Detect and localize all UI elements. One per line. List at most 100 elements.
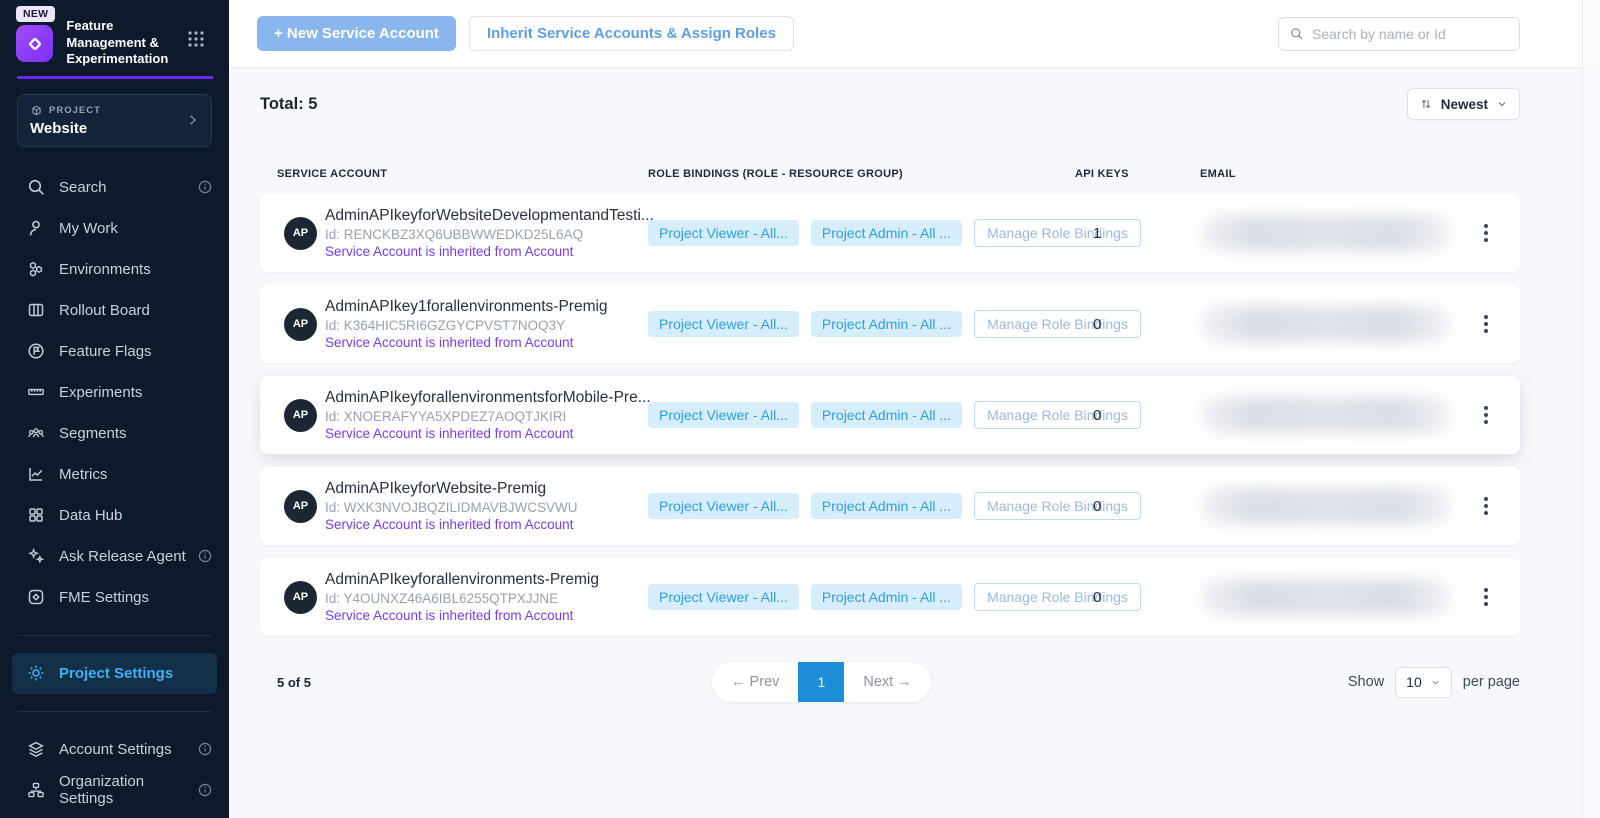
service-account-name: AdminAPIkeyforallenvironmentsforMobile-P… [325,389,648,407]
sort-dropdown[interactable]: Newest [1407,88,1520,120]
kebab-menu-icon[interactable] [1478,582,1494,612]
kebab-menu-icon[interactable] [1478,400,1494,430]
avatar: AP [284,399,317,432]
project-selector[interactable]: PROJECT Website [17,94,212,147]
info-icon[interactable] [197,548,213,564]
table-row: AP AdminAPIkeyforallenvironments-Premig … [260,558,1520,636]
page-size-value: 10 [1406,674,1422,690]
api-keys-count: 0 [1075,407,1200,424]
sidebar-item-label: Search [59,179,197,196]
purple-accent-rule [17,76,213,79]
service-account-name: AdminAPIkey1forallenvironments-Premig [325,298,648,316]
people-icon [26,423,46,443]
sidebar-item-label: Feature Flags [59,343,213,360]
table-header-row: SERVICE ACCOUNT ROLE BINDINGS (ROLE - RE… [260,168,1520,180]
fme-logo-icon [16,25,53,62]
sidebar-item-label: Metrics [59,466,213,483]
sidebar-item-organization-settings[interactable]: Organization Settings [0,770,229,811]
kebab-menu-icon[interactable] [1478,218,1494,248]
sidebar-divider [18,635,211,636]
kebab-menu-icon[interactable] [1478,309,1494,339]
new-service-account-button[interactable]: + New Service Account [257,16,456,51]
sidebar-item-feature-flags[interactable]: Feature Flags [0,331,229,372]
project-name: Website [30,120,199,137]
sidebar-item-ask-release-agent[interactable]: Ask Release Agent [0,536,229,577]
search-input[interactable] [1312,26,1509,42]
role-chip: Project Admin - All ... [811,584,962,610]
hexagons-icon [26,259,46,279]
info-icon[interactable] [197,782,213,798]
info-icon[interactable] [197,741,213,757]
service-account-name: AdminAPIkeyforWebsiteDevelopmentandTesti… [325,207,648,225]
pagination: 5 of 5 ← Prev 1 Next → Show 10 per page [260,662,1520,702]
api-keys-count: 0 [1075,589,1200,606]
sidebar-item-label: Rollout Board [59,302,213,319]
sidebar-item-search[interactable]: Search [0,167,229,208]
sidebar-item-data-hub[interactable]: Data Hub [0,495,229,536]
service-account-id: Id: WXK3NVOJBQZILIDMAVBJWCSVWU [325,500,648,515]
content: Total: 5 Newest SERVICE ACCOUNT ROLE BIN… [229,88,1600,702]
inherit-service-accounts-button[interactable]: Inherit Service Accounts & Assign Roles [469,16,794,51]
sidebar-item-metrics[interactable]: Metrics [0,454,229,495]
kebab-menu-icon[interactable] [1478,491,1494,521]
current-page-button[interactable]: 1 [798,662,844,702]
sidebar-item-label: Segments [59,425,213,442]
inherited-from-account-text: Service Account is inherited from Accoun… [325,335,648,350]
role-chip: Project Admin - All ... [811,493,962,519]
project-label: PROJECT [49,105,101,116]
info-icon[interactable] [197,179,213,195]
inherited-from-account-text: Service Account is inherited from Accoun… [325,517,648,532]
inherited-from-account-text: Service Account is inherited from Accoun… [325,426,648,441]
service-account-list: AP AdminAPIkeyforWebsiteDevelopmentandTe… [260,194,1520,636]
sidebar-item-label: My Work [59,220,213,237]
board-icon [26,300,46,320]
line-chart-icon [26,464,46,484]
email-redacted [1200,215,1452,251]
service-account-id: Id: K364HIC5RI6GZGYCPVST7NOQ3Y [325,318,648,333]
user-icon [26,218,46,238]
api-keys-count: 0 [1075,498,1200,515]
sidebar-item-my-work[interactable]: My Work [0,208,229,249]
sidebar-item-environments[interactable]: Environments [0,249,229,290]
sidebar-item-label: FME Settings [59,589,213,606]
app-switcher-grid-icon[interactable] [187,30,205,48]
result-range: 5 of 5 [260,675,311,690]
role-chip: Project Admin - All ... [811,311,962,337]
per-page-label: per page [1463,674,1520,690]
chevron-down-icon [1496,98,1508,110]
grid-squares-icon [26,505,46,525]
role-chip: Project Viewer - All... [648,493,799,519]
table-row: AP AdminAPIkeyforallenvironmentsforMobil… [260,376,1520,454]
scrollbar-gutter[interactable] [1582,0,1600,818]
search-icon [26,177,46,197]
sidebar-item-account-settings[interactable]: Account Settings [0,729,229,770]
table-row: AP AdminAPIkey1forallenvironments-Premig… [260,285,1520,363]
table-row: AP AdminAPIkeyforWebsiteDevelopmentandTe… [260,194,1520,272]
next-page-button[interactable]: Next → [844,674,930,690]
sidebar-item-segments[interactable]: Segments [0,413,229,454]
role-chip: Project Viewer - All... [648,584,799,610]
fme-logo-outline-icon [26,587,46,607]
avatar: AP [284,490,317,523]
sidebar-item-label: Environments [59,261,213,278]
column-header-email: EMAIL [1200,168,1452,180]
org-chart-icon [26,780,46,800]
sort-value: Newest [1441,97,1488,112]
toolbar: + New Service Account Inherit Service Ac… [229,0,1600,68]
search-field[interactable] [1278,17,1520,51]
sidebar-item-fme-settings[interactable]: FME Settings [0,577,229,618]
sidebar-item-experiments[interactable]: Experiments [0,372,229,413]
role-chip: Project Viewer - All... [648,311,799,337]
sidebar-item-label: Data Hub [59,507,213,524]
layers-icon [26,739,46,759]
inherited-from-account-text: Service Account is inherited from Accoun… [325,608,648,623]
service-account-id: Id: Y4OUNXZ46A6IBL6255QTPXJJNE [325,591,648,606]
column-header-service-account: SERVICE ACCOUNT [277,168,648,180]
sidebar-item-rollout-board[interactable]: Rollout Board [0,290,229,331]
page-size-select[interactable]: 10 [1395,667,1452,698]
sidebar-item-project-settings[interactable]: Project Settings [12,653,217,694]
show-label: Show [1348,674,1384,690]
prev-page-button[interactable]: ← Prev [712,674,798,690]
app-title: Feature Management & Experimentation [66,18,184,68]
avatar: AP [284,308,317,341]
